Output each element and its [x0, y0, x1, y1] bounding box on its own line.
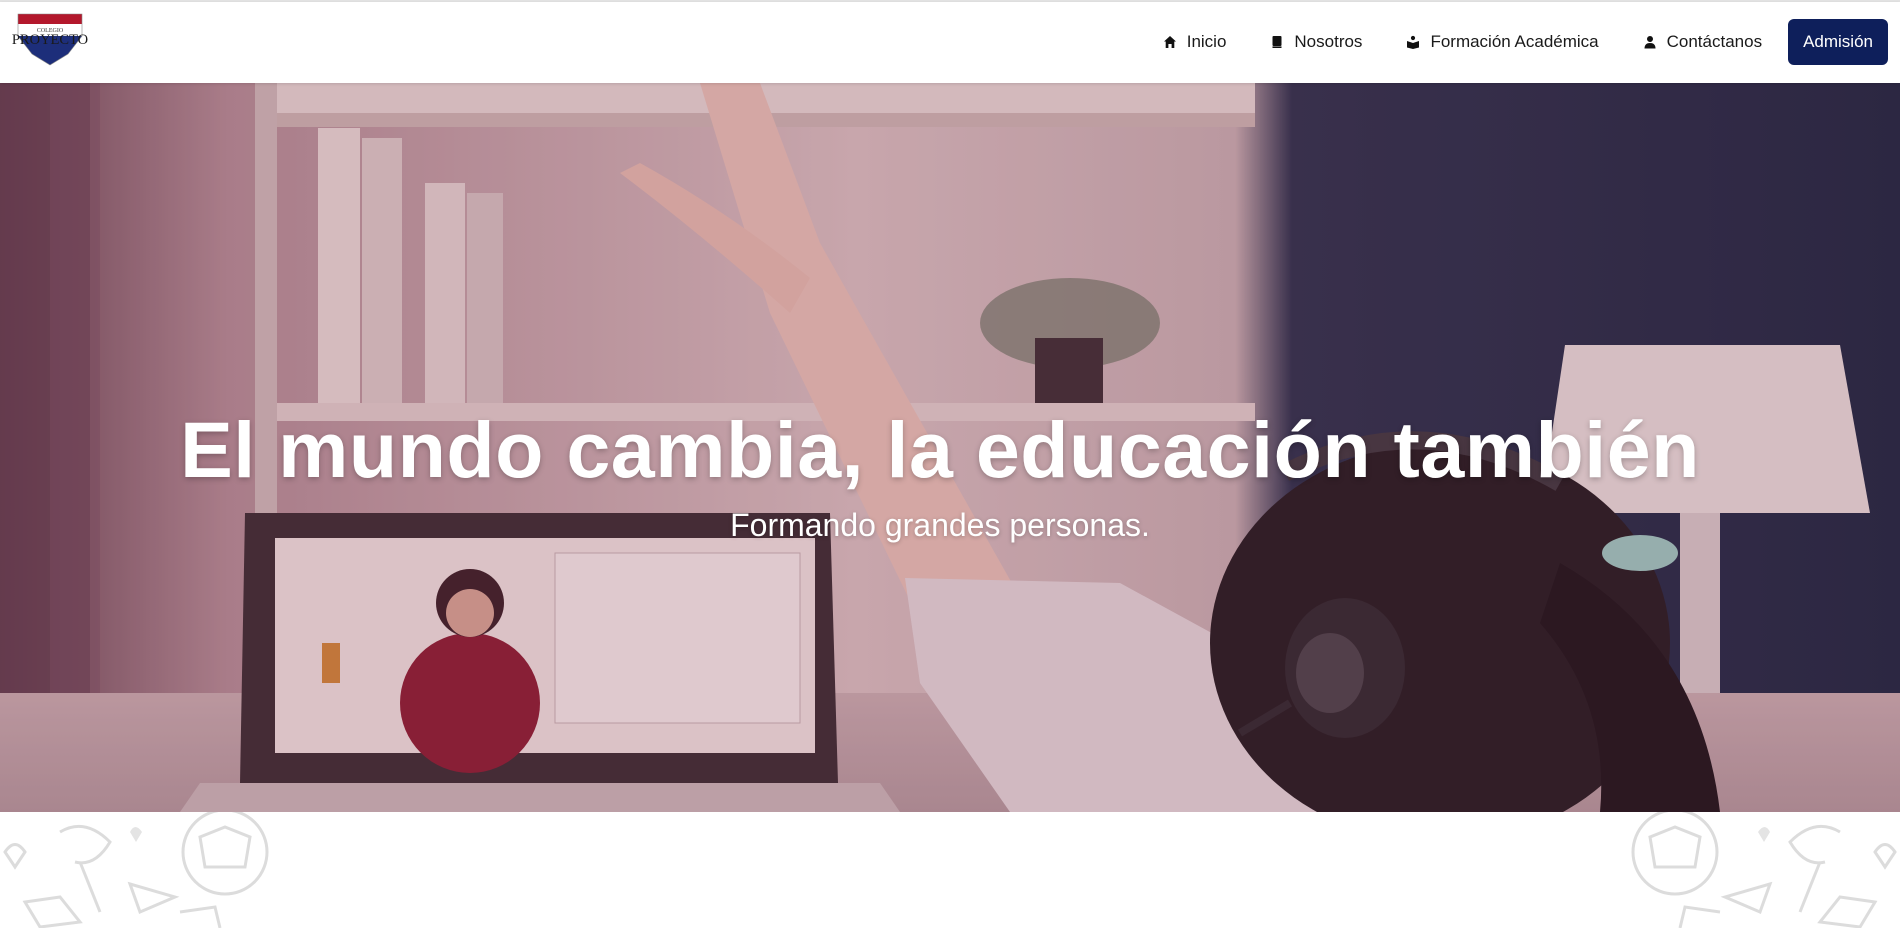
nav-item-contactanos[interactable]: Contáctanos	[1643, 32, 1762, 52]
reading-icon	[1407, 35, 1420, 49]
nav-item-formacion-academica[interactable]: Formación Académica	[1406, 32, 1599, 52]
school-logo[interactable]: COLEGIO PROYECTO	[4, 12, 96, 68]
site-header: COLEGIO PROYECTO Inicio Nosotros Formaci…	[0, 2, 1900, 83]
hero-subtitle: Formando grandes personas.	[730, 507, 1150, 543]
nav-item-nosotros[interactable]: Nosotros	[1270, 32, 1362, 52]
nav-label-nosotros: Nosotros	[1294, 32, 1363, 51]
nav-label-inicio: Inicio	[1186, 32, 1227, 51]
book-icon	[1272, 36, 1282, 48]
user-icon	[1644, 36, 1656, 49]
hero-title: El mundo cambia, la educación también	[180, 405, 1700, 494]
nav-item-inicio[interactable]: Inicio	[1163, 32, 1227, 52]
school-logo-shield: COLEGIO PROYECTO	[12, 13, 88, 66]
logo-text-main: PROYECTO	[12, 32, 88, 48]
main-nav: Inicio Nosotros Formación Académica Cont…	[1163, 18, 1888, 66]
home-icon	[1163, 36, 1176, 48]
doodle-pattern-left	[3, 812, 269, 928]
nav-label-formacion-academica: Formación Académica	[1430, 32, 1599, 51]
hero-banner: El mundo cambia, la educación también Fo…	[0, 83, 1900, 812]
admision-button[interactable]: Admisión	[1788, 19, 1888, 65]
doodle-pattern-right	[1631, 812, 1897, 928]
nav-label-contactanos: Contáctanos	[1666, 32, 1763, 51]
